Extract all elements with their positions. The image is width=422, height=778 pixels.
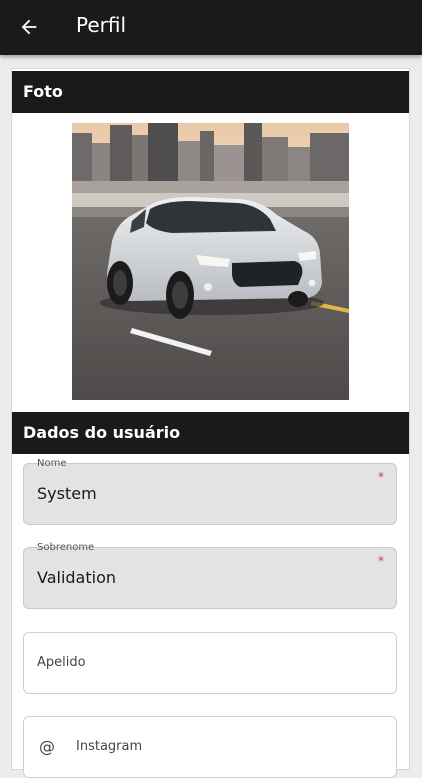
instagram-field[interactable]: @ Instagram (23, 716, 397, 778)
at-icon: @ (39, 737, 55, 756)
page-title: Perfil (76, 13, 127, 37)
app-bar: Perfil (0, 0, 422, 55)
instagram-placeholder: Instagram (76, 739, 143, 754)
last-name-label: Sobrenome (37, 542, 95, 553)
back-button[interactable] (14, 12, 44, 42)
profile-card: Foto Dados do usuário Nome * System Sobr… (11, 68, 410, 778)
nickname-placeholder: Apelido (37, 655, 86, 670)
arrow-left-icon (21, 19, 37, 35)
photo-section-header: Foto (12, 71, 409, 113)
car-photo-illustration (72, 123, 349, 400)
first-name-field[interactable]: Nome * System (23, 458, 397, 525)
first-name-label: Nome (37, 458, 67, 469)
first-name-value: System (37, 484, 97, 503)
user-data-section-header: Dados do usuário (12, 412, 409, 454)
nickname-field[interactable]: Apelido (23, 632, 397, 694)
last-name-field[interactable]: Sobrenome * Validation (23, 542, 397, 609)
required-indicator: * (378, 554, 384, 568)
profile-photo[interactable] (72, 123, 349, 400)
last-name-value: Validation (37, 568, 117, 587)
required-indicator: * (378, 470, 384, 484)
